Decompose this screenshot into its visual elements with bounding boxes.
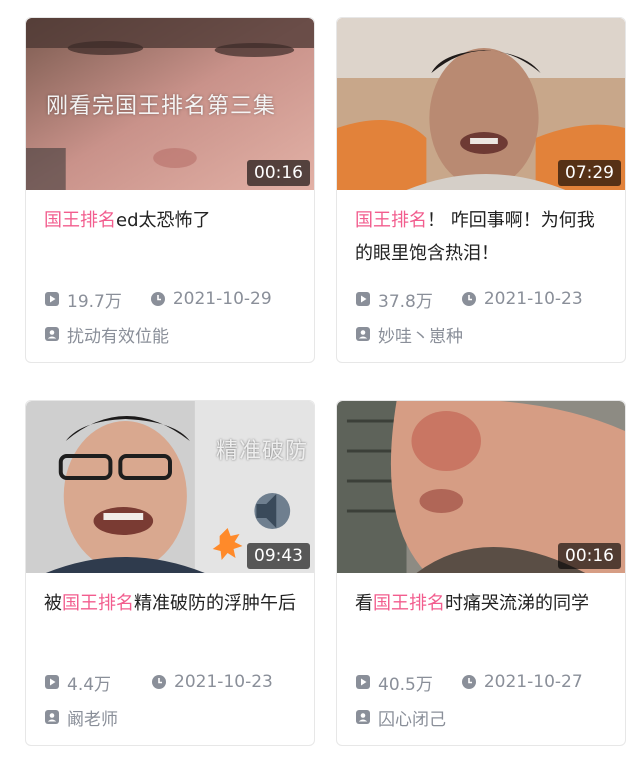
uploader-icon	[45, 327, 59, 341]
video-title[interactable]: 国王排名ed太恐怖了	[26, 190, 314, 274]
uploader-icon	[356, 327, 370, 341]
video-stats: 40.5万 2021-10-27	[337, 657, 625, 697]
thumbnail-caption: 刚看完国王排名第三集	[46, 94, 277, 119]
video-card[interactable]: 00:16 看国王排名时痛哭流涕的同学 40.5万 2021-10-27 囚心闭…	[336, 400, 626, 746]
video-title[interactable]: 被国王排名精准破防的浮肿午后	[26, 573, 314, 657]
video-stats: 4.4万 2021-10-23	[26, 657, 314, 697]
video-card[interactable]: 精准破防 09:43 被国王排名精准破防的浮肿午后 4.4万 2021-10-2…	[25, 400, 315, 746]
video-thumbnail[interactable]: 刚看完国王排名第三集 00:16	[26, 18, 314, 190]
video-card[interactable]: 07:29 国王排名！ 咋回事啊！为何我的眼里饱含热泪！ 37.8万 2021-…	[336, 17, 626, 363]
title-text: ed太恐怖了	[116, 210, 211, 231]
upload-date: 2021-10-23	[151, 672, 273, 692]
video-thumbnail[interactable]: 精准破防 09:43	[26, 401, 314, 573]
video-author[interactable]: 妙哇丶崽种	[337, 314, 625, 362]
clock-icon	[461, 292, 476, 306]
duration-badge: 00:16	[247, 160, 310, 186]
duration-badge: 07:29	[558, 160, 621, 186]
title-keyword-highlight: 国王排名	[62, 593, 134, 614]
clock-icon	[152, 675, 167, 689]
clock-icon	[461, 675, 476, 689]
video-card[interactable]: 刚看完国王排名第三集 00:16 国王排名ed太恐怖了 19.7万 2021-1…	[25, 17, 315, 363]
play-icon	[356, 675, 370, 689]
play-icon	[356, 292, 370, 306]
title-prefix: 被	[44, 593, 62, 614]
duration-badge: 09:43	[247, 543, 310, 569]
duration-badge: 00:16	[558, 543, 621, 569]
video-thumbnail[interactable]: 00:16	[337, 401, 625, 573]
video-author[interactable]: 扰动有效位能	[26, 314, 314, 362]
video-title[interactable]: 国王排名！ 咋回事啊！为何我的眼里饱含热泪！	[337, 190, 625, 274]
title-prefix: 看	[355, 593, 373, 614]
video-author[interactable]: 阚老师	[26, 697, 314, 745]
title-keyword-highlight: 国王排名	[44, 210, 116, 231]
upload-date: 2021-10-23	[461, 289, 583, 309]
view-count: 37.8万	[355, 287, 433, 312]
clock-icon	[150, 292, 165, 306]
thumbnail-caption: 精准破防	[215, 439, 308, 464]
uploader-icon	[45, 710, 59, 724]
video-title[interactable]: 看国王排名时痛哭流涕的同学	[337, 573, 625, 657]
play-icon	[45, 292, 59, 306]
title-keyword-highlight: 国王排名	[355, 210, 427, 231]
video-author[interactable]: 囚心闭己	[337, 697, 625, 745]
video-stats: 37.8万 2021-10-23	[337, 274, 625, 314]
title-keyword-highlight: 国王排名	[373, 593, 445, 614]
title-text: 精准破防的浮肿午后	[134, 593, 296, 614]
upload-date: 2021-10-29	[150, 289, 272, 309]
view-count: 40.5万	[355, 670, 433, 695]
video-thumbnail[interactable]: 07:29	[337, 18, 625, 190]
view-count: 4.4万	[44, 670, 111, 695]
view-count: 19.7万	[44, 287, 122, 312]
title-text: 时痛哭流涕的同学	[445, 593, 589, 614]
upload-date: 2021-10-27	[461, 672, 583, 692]
uploader-icon	[356, 710, 370, 724]
play-icon	[45, 675, 59, 689]
video-stats: 19.7万 2021-10-29	[26, 274, 314, 314]
